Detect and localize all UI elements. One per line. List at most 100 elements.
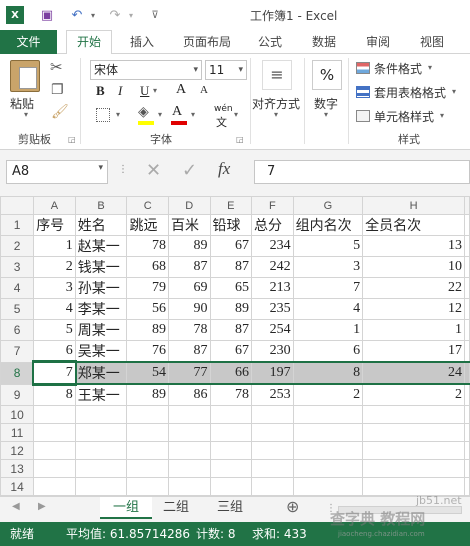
- chevron-down-icon[interactable]: ▾: [98, 163, 103, 173]
- cell[interactable]: 5: [33, 319, 76, 341]
- cell[interactable]: [74, 477, 128, 496]
- cell[interactable]: 254: [251, 319, 294, 341]
- cell[interactable]: [33, 405, 76, 424]
- select-all-corner[interactable]: [0, 196, 35, 215]
- fill-color-icon[interactable]: ◈: [138, 104, 149, 120]
- row-header[interactable]: 8: [0, 361, 35, 385]
- cell[interactable]: 2: [362, 383, 465, 406]
- redo-dropdown-icon[interactable]: ▾: [122, 6, 140, 24]
- font-launcher-icon[interactable]: ◲: [236, 135, 244, 144]
- cell[interactable]: 213: [251, 277, 294, 299]
- cell[interactable]: 68: [126, 256, 169, 278]
- row-header[interactable]: 6: [0, 319, 35, 341]
- cell[interactable]: [464, 214, 470, 236]
- cell-styles-button[interactable]: 单元格样式: [374, 108, 434, 125]
- cell[interactable]: 12: [362, 298, 465, 320]
- cell[interactable]: 周某一: [74, 319, 128, 341]
- cell[interactable]: 67: [209, 235, 253, 257]
- cell[interactable]: 10: [362, 256, 465, 278]
- cell[interactable]: [464, 405, 470, 424]
- cell[interactable]: 235: [251, 298, 294, 320]
- cell[interactable]: [464, 361, 470, 385]
- cell[interactable]: [362, 477, 465, 496]
- fill-dropdown-icon[interactable]: ▾: [158, 110, 162, 119]
- cell[interactable]: 1: [292, 319, 364, 341]
- phonetic-icon[interactable]: 文: [216, 114, 227, 130]
- cell[interactable]: [292, 423, 364, 442]
- cell[interactable]: [209, 459, 253, 478]
- cell[interactable]: [167, 477, 211, 496]
- column-header[interactable]: D: [167, 196, 211, 215]
- cell[interactable]: [464, 477, 470, 496]
- cell[interactable]: 7: [31, 360, 78, 386]
- tab-file[interactable]: 文件: [0, 30, 57, 54]
- name-box[interactable]: A8 ▾: [6, 160, 108, 184]
- row-header[interactable]: 10: [0, 405, 35, 424]
- customize-toolbar-icon[interactable]: ⊽: [146, 6, 164, 24]
- cell[interactable]: [33, 423, 76, 442]
- cell[interactable]: [251, 477, 294, 496]
- cell[interactable]: [33, 477, 76, 496]
- column-header[interactable]: F: [251, 196, 294, 215]
- bold-button[interactable]: B: [96, 83, 105, 99]
- cell[interactable]: [126, 459, 169, 478]
- cell[interactable]: 89: [126, 383, 169, 406]
- cell[interactable]: 89: [167, 235, 211, 257]
- cell[interactable]: [167, 405, 211, 424]
- cell[interactable]: [251, 441, 294, 460]
- cell[interactable]: 7: [292, 277, 364, 299]
- cell[interactable]: 56: [126, 298, 169, 320]
- alignment-dropdown-icon[interactable]: ▾: [274, 110, 278, 119]
- cell[interactable]: [292, 405, 364, 424]
- tab-page-layout[interactable]: 页面布局: [174, 32, 240, 54]
- font-size-combo[interactable]: 11 ▾: [205, 60, 247, 80]
- sheet-tab-1[interactable]: 一组: [100, 497, 152, 519]
- row-header[interactable]: 5: [0, 298, 35, 320]
- cell[interactable]: [74, 405, 128, 424]
- cell[interactable]: [292, 441, 364, 460]
- cell[interactable]: [126, 405, 169, 424]
- cell[interactable]: 234: [251, 235, 294, 257]
- sheet-tab-3[interactable]: 三组: [208, 497, 252, 519]
- format-painter-icon[interactable]: 🖌: [51, 104, 69, 120]
- italic-button[interactable]: I: [118, 83, 122, 99]
- align-icon[interactable]: ≡: [262, 60, 292, 90]
- cut-icon[interactable]: ✂: [50, 58, 63, 76]
- cell[interactable]: 87: [167, 256, 211, 278]
- cell[interactable]: 76: [126, 340, 169, 363]
- border-dropdown-icon[interactable]: ▾: [116, 110, 120, 119]
- grow-font-button[interactable]: A: [176, 82, 186, 98]
- cell[interactable]: 全员名次: [362, 214, 465, 236]
- enter-icon[interactable]: ✓: [182, 160, 197, 181]
- cell[interactable]: 6: [292, 340, 364, 363]
- underline-button[interactable]: U: [140, 83, 149, 99]
- row-header[interactable]: 4: [0, 277, 35, 299]
- cell[interactable]: [251, 405, 294, 424]
- cell[interactable]: 组内名次: [292, 214, 364, 236]
- prev-sheet-icon[interactable]: ◀: [12, 501, 20, 512]
- format-as-table-button[interactable]: 套用表格格式: [374, 84, 446, 101]
- copy-icon[interactable]: ❐: [51, 82, 64, 98]
- cell[interactable]: [292, 477, 364, 496]
- cell[interactable]: [209, 477, 253, 496]
- cell[interactable]: 3: [292, 256, 364, 278]
- row-header[interactable]: 7: [0, 340, 35, 363]
- shrink-font-button[interactable]: A: [200, 84, 208, 96]
- cell[interactable]: [126, 423, 169, 442]
- cell[interactable]: 郑某一: [74, 361, 128, 385]
- cell[interactable]: [362, 405, 465, 424]
- cell[interactable]: 王某一: [74, 383, 128, 406]
- chevron-down-icon[interactable]: ▾: [428, 63, 432, 72]
- cell[interactable]: 总分: [251, 214, 294, 236]
- font-color-button[interactable]: A: [172, 104, 182, 120]
- insert-function-button[interactable]: fx: [218, 159, 230, 179]
- cell[interactable]: [74, 441, 128, 460]
- cell[interactable]: 8: [292, 361, 364, 385]
- row-header[interactable]: 14: [0, 477, 35, 496]
- tab-home[interactable]: 开始: [66, 30, 112, 55]
- conditional-format-icon[interactable]: [356, 62, 370, 74]
- cancel-icon[interactable]: ✕: [146, 160, 161, 181]
- worksheet-grid[interactable]: A B C D E F G H 1 序号 姓名 跳远 百米 铅球 总分 组内名次 全员名次 2 1 赵…: [0, 196, 470, 532]
- cell[interactable]: [126, 441, 169, 460]
- row-header[interactable]: 2: [0, 235, 35, 257]
